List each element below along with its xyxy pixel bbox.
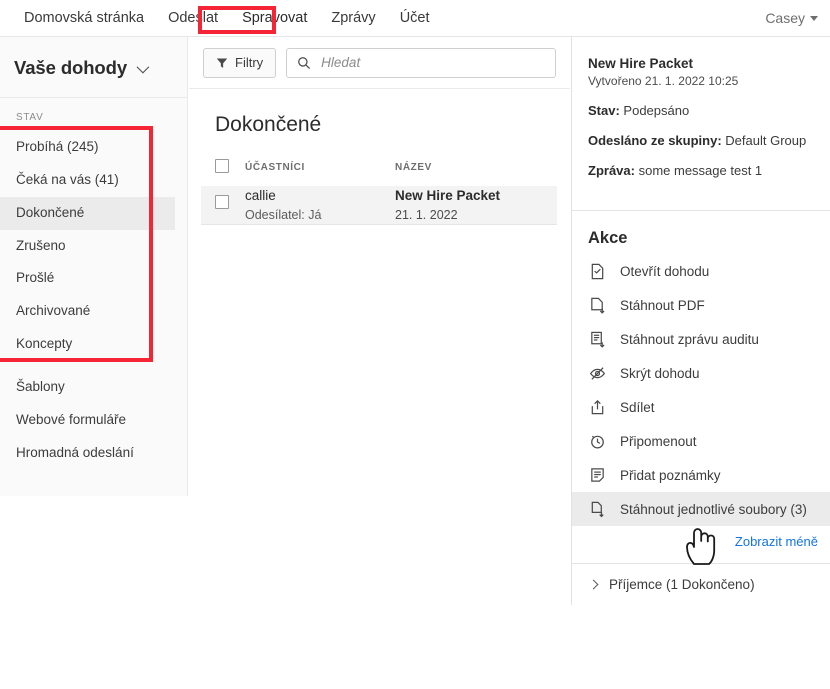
nav-item-home[interactable]: Domovská stránka xyxy=(12,5,156,32)
row-name-cell: New Hire Packet 21. 1. 2022 xyxy=(395,186,557,224)
sidebar-section-label-status: STAV xyxy=(16,112,44,123)
action-download-audit-report[interactable]: Stáhnout zprávu auditu xyxy=(572,322,830,356)
action-share[interactable]: Sdílet xyxy=(572,390,830,424)
action-hide-agreement[interactable]: Skrýt dohodu xyxy=(572,356,830,390)
list-toolbar: Filtry xyxy=(189,37,570,89)
list-title: Dokončené xyxy=(215,113,322,136)
sidebar-status-list: Probíhá (245) Čeká na vás (41) Dokončené… xyxy=(0,131,187,361)
sidebar: Vaše dohody STAV Probíhá (245) Čeká na v… xyxy=(0,37,188,496)
agreements-table: ÚČASTNÍCI NÁZEV callie Odesílatel: Já Ne… xyxy=(201,155,557,225)
chevron-down-icon xyxy=(136,60,150,73)
action-download-pdf[interactable]: Stáhnout PDF xyxy=(572,288,830,322)
recipients-section[interactable]: Příjemce (1 Dokončeno) xyxy=(572,564,830,605)
nav-item-reports[interactable]: Zprávy xyxy=(319,5,387,32)
nav-item-account[interactable]: Účet xyxy=(388,5,442,32)
action-label: Stáhnout PDF xyxy=(620,297,705,313)
select-all-header xyxy=(201,155,245,186)
column-header-participants: ÚČASTNÍCI xyxy=(245,162,305,173)
column-header-name: NÁZEV xyxy=(395,162,432,173)
row-sender: Odesílatel: Já xyxy=(245,207,322,222)
sidebar-header[interactable]: Vaše dohody xyxy=(0,37,187,98)
download-pdf-icon xyxy=(588,296,606,314)
detail-status-key: Stav: xyxy=(588,103,620,118)
action-label: Otevřít dohodu xyxy=(620,263,710,279)
table-row[interactable]: callie Odesílatel: Já New Hire Packet 21… xyxy=(201,186,557,225)
nav-items: Domovská stránka Odeslat Spravovat Zpráv… xyxy=(0,5,442,32)
action-label: Stáhnout zprávu auditu xyxy=(620,331,759,347)
add-notes-icon xyxy=(588,466,606,484)
action-download-individual-files[interactable]: Stáhnout jednotlivé soubory (3) xyxy=(572,492,830,526)
share-icon xyxy=(588,398,606,416)
hide-eye-icon xyxy=(588,364,606,382)
actions-title: Akce xyxy=(588,229,628,247)
audit-report-icon xyxy=(588,330,606,348)
open-document-icon xyxy=(588,262,606,280)
sidebar-item-web-forms[interactable]: Webové formuláře xyxy=(0,404,187,437)
action-open-agreement[interactable]: Otevřít dohodu xyxy=(572,254,830,288)
detail-message-key: Zpráva: xyxy=(588,163,635,178)
sidebar-item-bulk-send[interactable]: Hromadná odeslání xyxy=(0,437,187,470)
sidebar-item-archived[interactable]: Archivované xyxy=(0,295,187,328)
sidebar-item-in-progress[interactable]: Probíhá (245) xyxy=(0,131,187,164)
row-select-cell xyxy=(201,186,245,224)
sidebar-other-list: Šablony Webové formuláře Hromadná odeslá… xyxy=(0,371,187,470)
search-icon xyxy=(298,56,311,69)
row-checkbox[interactable] xyxy=(215,195,229,210)
action-add-notes[interactable]: Přidat poznámky xyxy=(572,458,830,492)
top-navigation-bar: Domovská stránka Odeslat Spravovat Zpráv… xyxy=(0,0,830,37)
row-participant-name: callie xyxy=(245,188,276,203)
sidebar-item-canceled[interactable]: Zrušeno xyxy=(0,230,187,263)
sidebar-title: Vaše dohody xyxy=(14,57,128,78)
detail-status: Stav: Podepsáno xyxy=(588,103,814,118)
chevron-right-icon xyxy=(588,579,599,590)
table-header: ÚČASTNÍCI NÁZEV xyxy=(201,155,557,186)
detail-message: Zpráva: some message test 1 xyxy=(588,163,814,178)
nav-item-send[interactable]: Odeslat xyxy=(156,5,230,32)
filters-button[interactable]: Filtry xyxy=(203,47,277,78)
clock-reminder-icon xyxy=(588,432,606,450)
filters-button-label: Filtry xyxy=(235,55,264,70)
action-label: Přidat poznámky xyxy=(620,467,721,483)
sidebar-item-expired[interactable]: Prošlé xyxy=(0,262,187,295)
filter-funnel-icon xyxy=(216,58,228,68)
actions-list: Otevřít dohodu Stáhnout PDF Stáhnout zpr… xyxy=(572,254,830,526)
detail-group-value: Default Group xyxy=(725,133,807,148)
sidebar-item-templates[interactable]: Šablony xyxy=(0,371,187,404)
action-remind[interactable]: Připomenout xyxy=(572,424,830,458)
action-label: Připomenout xyxy=(620,433,697,449)
row-participants-cell: callie Odesílatel: Já xyxy=(245,186,395,224)
main-content-pane: Filtry Dokončené ÚČASTNÍCI NÁZEV xyxy=(189,37,570,689)
chevron-down-icon xyxy=(810,15,818,21)
detail-status-value: Podepsáno xyxy=(623,103,690,118)
user-menu-label: Casey xyxy=(765,10,805,26)
recipients-label: Příjemce (1 Dokončeno) xyxy=(609,577,755,592)
search-box[interactable] xyxy=(286,47,556,78)
application-window: Domovská stránka Odeslat Spravovat Zpráv… xyxy=(0,0,830,689)
sidebar-item-drafts[interactable]: Koncepty xyxy=(0,328,187,361)
download-files-icon xyxy=(588,500,606,518)
row-agreement-date: 21. 1. 2022 xyxy=(395,207,458,222)
detail-message-value: some message test 1 xyxy=(638,163,763,178)
row-agreement-name: New Hire Packet xyxy=(395,188,501,203)
sidebar-item-waiting-for-you[interactable]: Čeká na vás (41) xyxy=(0,164,187,197)
detail-title: New Hire Packet xyxy=(588,56,694,71)
action-label: Skrýt dohodu xyxy=(620,365,700,381)
action-label: Sdílet xyxy=(620,399,655,415)
show-less-link[interactable]: Zobrazit méně xyxy=(572,526,830,549)
search-input[interactable] xyxy=(319,54,545,71)
detail-header: New Hire Packet Vytvořeno 21. 1. 2022 10… xyxy=(572,37,830,194)
sidebar-item-completed[interactable]: Dokončené xyxy=(0,196,175,230)
action-label: Stáhnout jednotlivé soubory (3) xyxy=(620,501,807,517)
detail-created: Vytvořeno 21. 1. 2022 10:25 xyxy=(588,74,739,88)
nav-item-manage[interactable]: Spravovat xyxy=(230,5,319,32)
sidebar-divider xyxy=(0,361,187,371)
user-menu[interactable]: Casey xyxy=(765,10,818,26)
table-body: callie Odesílatel: Já New Hire Packet 21… xyxy=(201,186,557,225)
detail-panel: New Hire Packet Vytvořeno 21. 1. 2022 10… xyxy=(571,37,830,605)
detail-group: Odesláno ze skupiny: Default Group xyxy=(588,133,814,148)
select-all-checkbox[interactable] xyxy=(215,159,229,173)
detail-group-key: Odesláno ze skupiny: xyxy=(588,133,722,148)
